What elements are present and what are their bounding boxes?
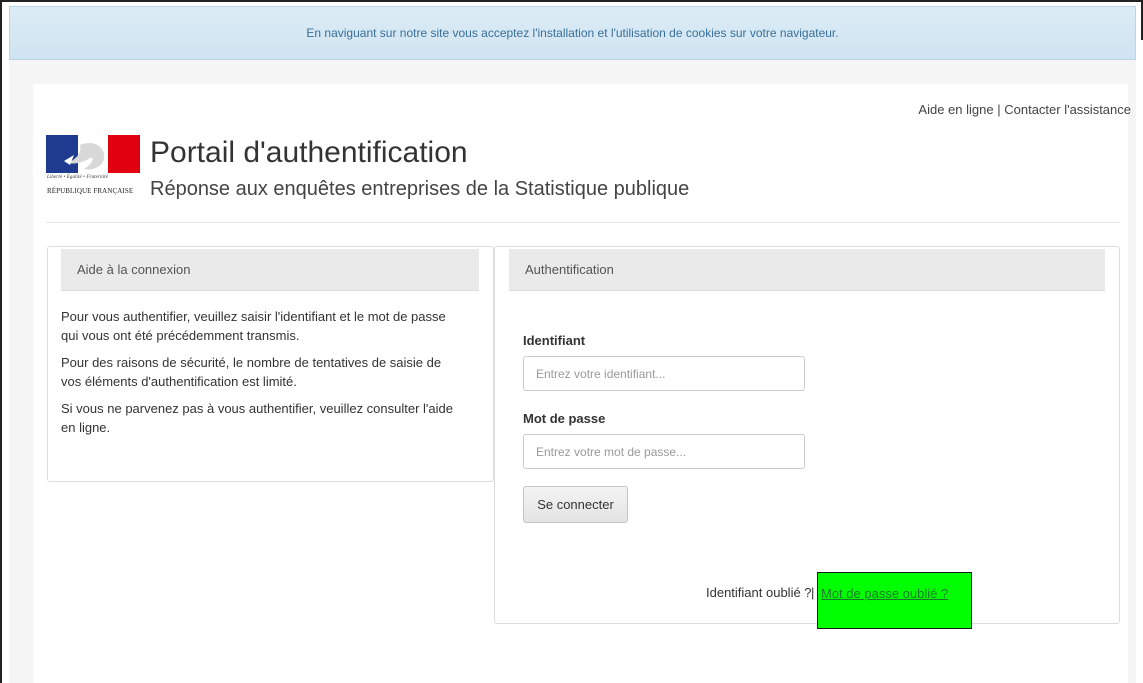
cookie-banner-text: En naviguant sur notre site vous accepte… [306,26,839,40]
cookie-banner: En naviguant sur notre site vous accepte… [9,6,1136,60]
forgot-links-separator: | [811,585,815,600]
header-links-separator: | [997,102,1001,117]
help-paragraph: Pour vous authentifier, veuillez saisir … [61,309,446,343]
username-label: Identifiant [523,333,586,348]
contact-support-link[interactable]: Contacter l'assistance [1004,102,1131,117]
logo-country: RÉPUBLIQUE FRANÇAISE [47,187,134,195]
auth-panel: Authentification Identifiant Mot de pass… [494,246,1120,629]
page-subtitle: Réponse aux enquêtes entreprises de la S… [150,178,690,200]
password-input[interactable] [523,434,805,469]
help-panel-heading: Aide à la connexion [61,249,479,291]
forgot-password-link[interactable]: Mot de passe oublié ? [817,572,972,629]
forgot-username-link[interactable]: Identifiant oublié ? [706,585,812,600]
help-panel: Aide à la connexion Pour vous authentifi… [47,246,494,482]
header-links: Aide en ligne | Contacter l'assistance [918,102,1131,117]
window-border-left [0,0,2,683]
help-paragraph: Si vous ne parvenez pas à vous authentif… [61,401,453,435]
flag-red-band [108,135,140,173]
flag-blue-band [46,135,78,173]
window-border-top [0,0,1143,2]
username-input[interactable] [523,356,805,391]
auth-panel-heading: Authentification [509,249,1105,291]
login-button[interactable]: Se connecter [523,486,628,523]
help-panel-body: Pour vous authentifier, veuillez saisir … [61,307,456,445]
help-online-link[interactable]: Aide en ligne [918,102,993,117]
help-paragraph: Pour des raisons de sécurité, le nombre … [61,355,442,389]
header-divider [46,222,1120,223]
password-label: Mot de passe [523,411,606,426]
page-title: Portail d'authentification [150,136,468,169]
logo-motto: Liberté • Égalité • Fraternité [47,175,108,180]
